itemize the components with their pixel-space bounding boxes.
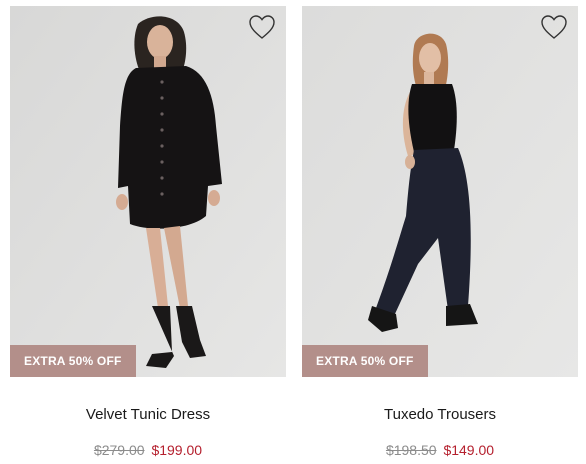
discount-badge: EXTRA 50% OFF	[302, 345, 428, 377]
wishlist-heart-icon[interactable]	[248, 14, 276, 40]
sale-price: $149.00	[443, 442, 495, 458]
product-card[interactable]: EXTRA 50% OFF Velvet Tunic Dress $279.00…	[10, 6, 286, 458]
product-grid: EXTRA 50% OFF Velvet Tunic Dress $279.00…	[0, 0, 586, 464]
wishlist-heart-icon[interactable]	[540, 14, 568, 40]
sale-price: $199.00	[151, 442, 203, 458]
product-prices: $198.50 $149.00	[302, 442, 578, 458]
original-price: $198.50	[385, 442, 437, 458]
discount-badge: EXTRA 50% OFF	[10, 345, 136, 377]
product-photo-trousers	[302, 6, 578, 377]
product-image[interactable]: EXTRA 50% OFF	[10, 6, 286, 377]
product-photo-dress	[10, 6, 286, 377]
product-card[interactable]: EXTRA 50% OFF Tuxedo Trousers $198.50 $1…	[302, 6, 578, 458]
product-prices: $279.00 $199.00	[10, 442, 286, 458]
product-image[interactable]: EXTRA 50% OFF	[302, 6, 578, 377]
product-name[interactable]: Tuxedo Trousers	[302, 406, 578, 423]
original-price: $279.00	[93, 442, 145, 458]
product-name[interactable]: Velvet Tunic Dress	[10, 406, 286, 423]
